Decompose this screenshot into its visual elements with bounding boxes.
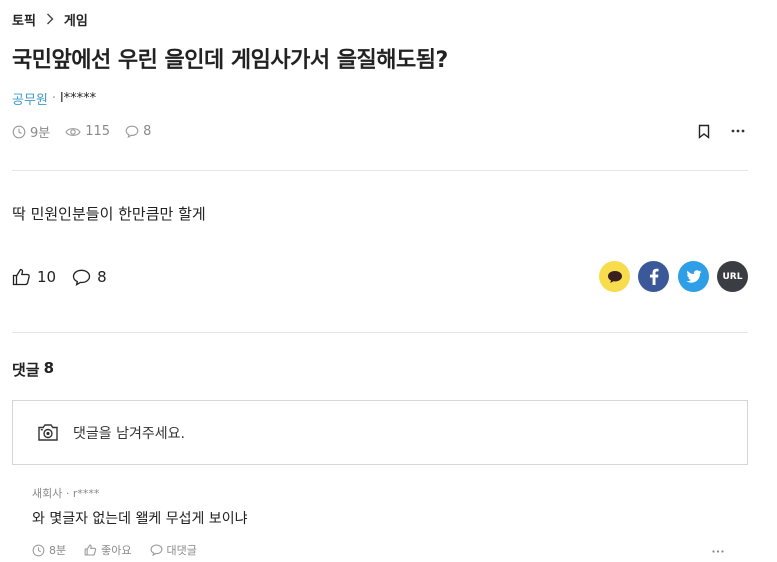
clock-icon: [32, 544, 45, 557]
post-title: 국민앞에선 우린 을인데 게임사가서 을질해도됨?: [12, 48, 448, 73]
comment-button[interactable]: 8: [72, 268, 107, 286]
comment-reply-label: 대댓글: [166, 544, 197, 557]
post-body: 딱 민원인분들이 한만큼만 할게: [12, 205, 206, 223]
twitter-icon: [686, 270, 702, 283]
comment-actions: 8분 좋아요 대댓글: [32, 542, 197, 558]
comment-text: 와 몇글자 없는데 왤케 무섭게 보이냐: [32, 511, 248, 527]
like-count: 10: [37, 268, 57, 286]
like-button[interactable]: 10: [12, 268, 56, 286]
comment-author: 새회사 · r****: [32, 485, 99, 501]
share-twitter-button[interactable]: [678, 261, 709, 292]
post-time: 9분: [12, 122, 50, 141]
share-url-button[interactable]: URL: [717, 261, 748, 292]
comments-heading-count: 8: [43, 359, 55, 377]
post-views: 115: [65, 124, 110, 139]
chevron-right-icon: [46, 13, 54, 25]
post-reactions: 10 8: [12, 268, 107, 286]
thumbs-up-icon: [84, 544, 97, 556]
comment-input-placeholder: 댓글을 남겨주세요.: [73, 425, 185, 442]
share-facebook-button[interactable]: [638, 261, 669, 292]
divider: [12, 170, 748, 171]
comment-like-label: 좋아요: [101, 544, 132, 557]
post-author: 공무원 · l*****: [12, 89, 96, 108]
comment-reply-button[interactable]: 대댓글: [150, 542, 197, 558]
facebook-icon: [649, 268, 659, 285]
post-time-label: 9분: [30, 126, 51, 141]
comments-heading-label: 댓글: [12, 361, 40, 379]
speech-bubble-icon: [72, 269, 91, 286]
comment-meta-separator: ·: [65, 487, 70, 500]
share-kakao-button[interactable]: [599, 261, 630, 292]
eye-icon: [65, 126, 81, 138]
comment-input[interactable]: 댓글을 남겨주세요.: [12, 400, 748, 465]
camera-icon[interactable]: [37, 423, 59, 442]
divider: [12, 332, 748, 333]
comment-company[interactable]: 새회사: [32, 487, 62, 500]
post-stats: 9분 115 8: [12, 122, 151, 141]
post-comments[interactable]: 8: [125, 124, 151, 139]
comment-nickname: r****: [72, 487, 100, 500]
speech-bubble-icon: [150, 544, 163, 556]
author-company[interactable]: 공무원: [12, 89, 48, 108]
kakao-talk-icon: [607, 270, 623, 284]
post-comments-count: 8: [143, 124, 152, 139]
post-views-count: 115: [85, 124, 111, 139]
comment-time-label: 8분: [49, 544, 67, 557]
breadcrumb-category[interactable]: 게임: [64, 10, 88, 29]
more-horizontal-icon[interactable]: [710, 545, 726, 557]
breadcrumb-topic[interactable]: 토픽: [12, 10, 36, 29]
thumbs-up-icon: [12, 268, 31, 286]
speech-bubble-icon: [125, 125, 139, 138]
comments-heading: 댓글 8: [12, 359, 54, 380]
comment-time: 8분: [32, 542, 66, 558]
more-horizontal-icon[interactable]: [729, 123, 747, 139]
clock-icon: [12, 125, 26, 139]
share-url-label: URL: [722, 271, 743, 282]
bookmark-icon[interactable]: [697, 124, 711, 139]
breadcrumb: 토픽 게임: [12, 9, 88, 29]
author-nickname: l*****: [60, 91, 97, 106]
reaction-comment-count: 8: [97, 268, 107, 286]
meta-separator: ·: [51, 91, 57, 106]
comment-like-button[interactable]: 좋아요: [84, 542, 132, 558]
